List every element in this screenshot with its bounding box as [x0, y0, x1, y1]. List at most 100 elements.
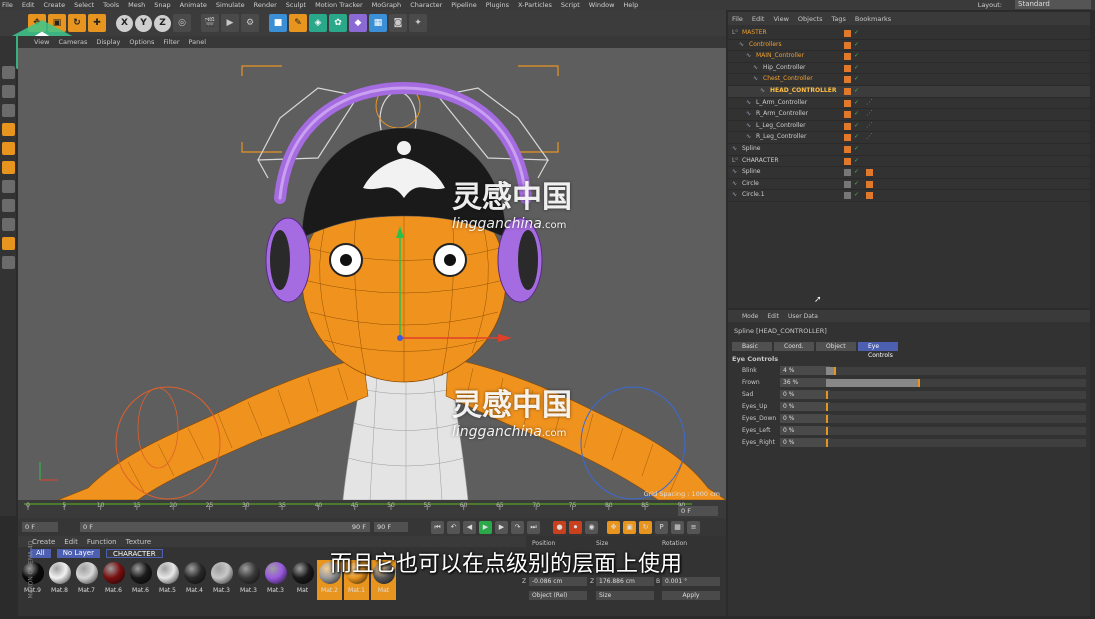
deformer-icon[interactable]: ◆	[349, 14, 367, 32]
viewport-menu-panel[interactable]: Panel	[189, 38, 207, 46]
material-swatch[interactable]: Mat.5	[155, 560, 180, 600]
array-icon[interactable]: ✿	[329, 14, 347, 32]
axis-x-button[interactable]: X	[116, 14, 133, 32]
param-value-field[interactable]: 0 %	[780, 426, 830, 435]
object-row[interactable]: L⁰ MASTER ✓	[728, 28, 1090, 40]
menu-x-particles[interactable]: X-Particles	[518, 1, 552, 9]
texture-tag-icon[interactable]	[866, 192, 873, 200]
layer-tag-icon[interactable]	[844, 157, 851, 165]
workplane-icon[interactable]	[1, 104, 15, 117]
xpresso-tag-icon[interactable]: ⋰	[866, 109, 873, 117]
attribute-menu-user-data[interactable]: User Data	[788, 313, 818, 320]
texture-tag-icon[interactable]	[866, 169, 873, 177]
menu-file[interactable]: File	[2, 1, 13, 9]
end-frame-field[interactable]: 0 F	[678, 506, 718, 516]
tab-eye-controls[interactable]: Eye Controls	[858, 342, 898, 359]
object-menu-objects[interactable]: Objects	[798, 15, 823, 23]
object-row[interactable]: ∿ R_Leg_Controller ✓ ⋰	[728, 132, 1090, 144]
xpresso-tag-icon[interactable]: ⋰	[866, 98, 873, 106]
material-menu-texture[interactable]: Texture	[126, 538, 152, 546]
visibility-check-icon[interactable]: ✓	[854, 29, 861, 36]
layer-tag-icon[interactable]	[844, 134, 851, 142]
preview-range-slider[interactable]: 0 F 90 F	[80, 522, 370, 532]
attribute-menu-mode[interactable]: Mode	[742, 313, 758, 320]
param-slider[interactable]	[826, 367, 1086, 375]
menu-plugins[interactable]: Plugins	[486, 1, 509, 9]
layer-tag-icon[interactable]	[844, 53, 851, 61]
attribute-menu-edit[interactable]: Edit	[767, 313, 779, 320]
xpresso-tag-icon[interactable]: ⋰	[866, 132, 873, 140]
keyframe-selection-icon[interactable]: ◉	[585, 520, 598, 534]
visibility-check-icon[interactable]: ✓	[854, 145, 861, 152]
visibility-check-icon[interactable]: ✓	[854, 133, 861, 140]
object-row[interactable]: ∿ L_Arm_Controller ✓ ⋰	[728, 98, 1090, 110]
goto-start-icon[interactable]: ⏮	[431, 520, 444, 534]
material-swatch[interactable]: Mat.3	[263, 560, 288, 600]
render-settings-icon[interactable]: ⚙	[241, 14, 259, 32]
layer-tag-icon[interactable]	[844, 146, 851, 153]
object-menu-tags[interactable]: Tags	[831, 15, 845, 23]
param-value-field[interactable]: 0 %	[780, 390, 830, 399]
material-swatch[interactable]: Mat.3	[209, 560, 234, 600]
object-row[interactable]: ∿ HEAD_CONTROLLER ✓	[728, 86, 1090, 98]
viewport-menu-cameras[interactable]: Cameras	[58, 38, 87, 46]
param-value-field[interactable]: 36 %	[780, 378, 830, 387]
xpresso-tag-icon[interactable]: ⋰	[866, 121, 873, 129]
param-slider[interactable]	[826, 427, 1086, 435]
param-slider[interactable]	[826, 439, 1086, 447]
model-mode-icon[interactable]	[1, 66, 15, 79]
layer-tag-icon[interactable]	[844, 111, 851, 119]
param-value-field[interactable]: 4 %	[780, 366, 830, 375]
points-mode-icon[interactable]	[1, 123, 15, 136]
autokey-icon[interactable]: ⏺	[569, 520, 582, 534]
rotation-b-field[interactable]: 0.001 °	[662, 577, 720, 586]
texture-mode-icon[interactable]	[1, 85, 15, 98]
cube-icon[interactable]: ■	[269, 14, 287, 32]
menu-pipeline[interactable]: Pipeline	[451, 1, 476, 9]
visibility-check-icon[interactable]: ✓	[854, 122, 861, 129]
visibility-check-icon[interactable]: ✓	[854, 180, 861, 187]
object-row[interactable]: ∿ R_Arm_Controller ✓ ⋰	[728, 109, 1090, 121]
menu-window[interactable]: Window	[589, 1, 615, 9]
menu-edit[interactable]: Edit	[22, 1, 35, 9]
layer-tag-icon[interactable]	[844, 76, 851, 84]
timeline-ruler[interactable]: 051015202530354045505560657075808590	[18, 500, 726, 518]
solo-icon[interactable]	[1, 218, 15, 231]
key-position-icon[interactable]: ✥	[607, 520, 620, 534]
param-slider[interactable]	[826, 379, 1086, 387]
visibility-check-icon[interactable]: ✓	[854, 168, 861, 175]
object-row[interactable]: ∿ Spline ✓	[728, 167, 1090, 179]
live-selection-icon[interactable]	[1, 180, 15, 193]
3d-viewport[interactable]: Grid Spacing : 1000 cm	[18, 48, 726, 500]
visibility-check-icon[interactable]: ✓	[854, 99, 861, 106]
next-key-icon[interactable]: ↷	[511, 520, 524, 534]
layout-select[interactable]: Standard	[1015, 0, 1091, 9]
visibility-check-icon[interactable]: ✓	[854, 52, 861, 59]
light-icon[interactable]: ✦	[409, 14, 427, 32]
layer-tag-icon[interactable]	[844, 64, 851, 72]
visibility-check-icon[interactable]: ✓	[854, 87, 861, 94]
size-mode-select[interactable]: Size	[596, 591, 654, 600]
object-row[interactable]: ∿ Circle.1 ✓	[728, 190, 1090, 202]
max-frame-field[interactable]: 90 F	[374, 522, 408, 532]
floor-icon[interactable]: ▦	[369, 14, 387, 32]
timeline-menu-icon[interactable]: ≡	[687, 520, 700, 534]
start-frame-field[interactable]: 0 F	[22, 522, 58, 532]
param-value-field[interactable]: 0 %	[780, 438, 830, 447]
subdivision-icon[interactable]: ◈	[309, 14, 327, 32]
visibility-check-icon[interactable]: ✓	[854, 64, 861, 71]
pen-icon[interactable]: ✎	[289, 14, 307, 32]
layer-tag-icon[interactable]	[844, 122, 851, 130]
axis-y-button[interactable]: Y	[135, 14, 152, 32]
menu-create[interactable]: Create	[43, 1, 65, 9]
menu-tools[interactable]: Tools	[103, 1, 119, 9]
menu-script[interactable]: Script	[561, 1, 580, 9]
menu-render[interactable]: Render	[254, 1, 277, 9]
material-swatch[interactable]: Mat.8	[47, 560, 72, 600]
param-slider[interactable]	[826, 403, 1086, 411]
layer-tag-icon[interactable]	[844, 192, 851, 200]
tab-object[interactable]: Object	[816, 342, 856, 351]
menu-help[interactable]: Help	[623, 1, 638, 9]
layer-tag-icon[interactable]	[844, 88, 851, 95]
camera-icon[interactable]: ◙	[389, 14, 407, 32]
